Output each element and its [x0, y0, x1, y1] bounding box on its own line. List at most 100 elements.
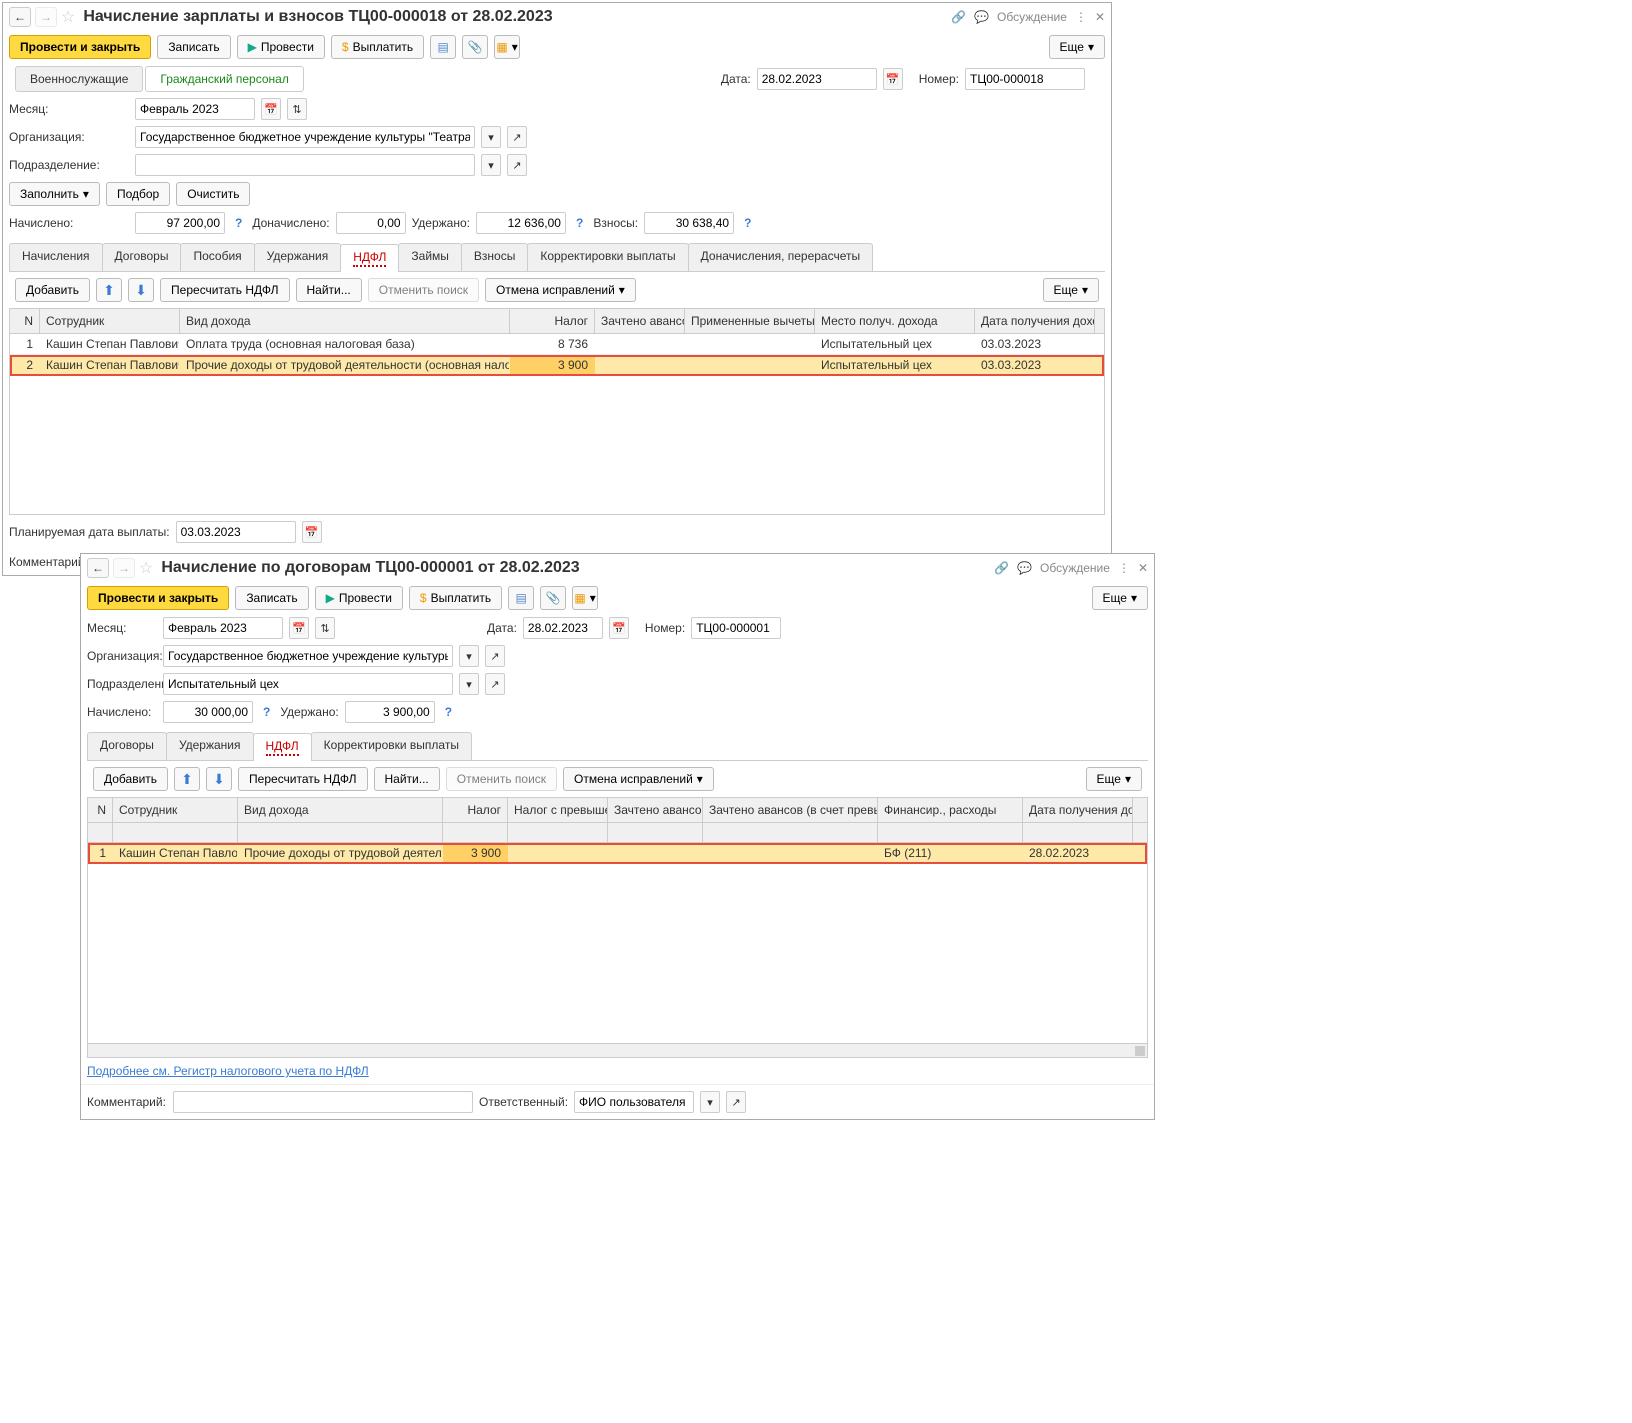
- dept-open-icon[interactable]: ↗: [507, 154, 527, 176]
- close-icon[interactable]: ✕: [1095, 10, 1105, 24]
- recalc-button[interactable]: Пересчитать НДФЛ: [160, 278, 289, 302]
- org-open-icon[interactable]: ↗: [485, 645, 505, 667]
- post-button[interactable]: ▶Провести: [315, 586, 403, 610]
- post-close-button[interactable]: Провести и закрыть: [9, 35, 151, 59]
- tab-civilian[interactable]: Гражданский персонал: [145, 66, 303, 92]
- fill-button[interactable]: Заполнить ▾: [9, 182, 100, 206]
- favorite-icon[interactable]: ☆: [61, 7, 75, 27]
- more-button[interactable]: Еще ▾: [1092, 586, 1148, 610]
- col-n[interactable]: N: [10, 309, 40, 333]
- month-calendar-icon[interactable]: 📅: [261, 98, 281, 120]
- col-employee[interactable]: Сотрудник: [40, 309, 180, 333]
- link-icon[interactable]: 🔗: [951, 10, 966, 24]
- grid-more-button[interactable]: Еще ▾: [1086, 767, 1142, 791]
- report-icon-button[interactable]: ▦▾: [494, 35, 520, 59]
- additional-field[interactable]: [336, 212, 406, 234]
- month-field[interactable]: [163, 617, 283, 639]
- attach-icon-button[interactable]: 📎: [540, 586, 566, 610]
- col-tax-excess[interactable]: Налог с превышения: [508, 798, 608, 822]
- col-advance[interactable]: Зачтено авансов: [595, 309, 685, 333]
- add-button[interactable]: Добавить: [93, 767, 168, 791]
- tab-corrections[interactable]: Корректировки выплаты: [311, 732, 472, 760]
- month-stepper[interactable]: ⇅: [315, 617, 335, 639]
- col-date[interactable]: Дата получения дохода: [1023, 798, 1133, 822]
- grid-more-button[interactable]: Еще ▾: [1043, 278, 1099, 302]
- cancel-find-button[interactable]: Отменить поиск: [368, 278, 479, 302]
- horizontal-scrollbar[interactable]: [88, 1043, 1147, 1057]
- doc-icon-button[interactable]: ▤: [430, 35, 456, 59]
- nav-back-button[interactable]: ←: [9, 7, 31, 27]
- dept-field[interactable]: [135, 154, 475, 176]
- resp-field[interactable]: [574, 1091, 694, 1113]
- col-n[interactable]: N: [88, 798, 113, 822]
- org-open-icon[interactable]: ↗: [507, 126, 527, 148]
- move-up-button[interactable]: ⬆: [174, 767, 200, 791]
- number-field[interactable]: [965, 68, 1085, 90]
- org-field[interactable]: [135, 126, 475, 148]
- withheld-field[interactable]: [476, 212, 566, 234]
- resp-dropdown-icon[interactable]: ▾: [700, 1091, 720, 1113]
- accrued-field[interactable]: [135, 212, 225, 234]
- contrib-field[interactable]: [644, 212, 734, 234]
- tab-contributions[interactable]: Взносы: [461, 243, 528, 271]
- col-date[interactable]: Дата получения дохода: [975, 309, 1095, 333]
- find-button[interactable]: Найти...: [374, 767, 440, 791]
- recalc-button[interactable]: Пересчитать НДФЛ: [238, 767, 367, 791]
- tab-deductions[interactable]: Удержания: [254, 243, 342, 271]
- col-advance[interactable]: Зачтено авансов: [608, 798, 703, 822]
- tab-ndfl[interactable]: НДФЛ: [253, 733, 312, 761]
- nav-back-button[interactable]: ←: [87, 558, 109, 578]
- cancel-fix-button[interactable]: Отмена исправлений ▾: [485, 278, 636, 302]
- accrued-field[interactable]: [163, 701, 253, 723]
- tab-loans[interactable]: Займы: [398, 243, 462, 271]
- dept-field[interactable]: [163, 673, 453, 695]
- col-financing[interactable]: Финансир., расходы: [878, 798, 1023, 822]
- plan-date-field[interactable]: [176, 521, 296, 543]
- date-field[interactable]: [523, 617, 603, 639]
- help-icon[interactable]: ?: [445, 705, 452, 719]
- dept-open-icon[interactable]: ↗: [485, 673, 505, 695]
- find-button[interactable]: Найти...: [296, 278, 362, 302]
- tab-benefits[interactable]: Пособия: [180, 243, 254, 271]
- col-place[interactable]: Место получ. дохода: [815, 309, 975, 333]
- month-calendar-icon[interactable]: 📅: [289, 617, 309, 639]
- favorite-icon[interactable]: ☆: [139, 558, 153, 578]
- save-button[interactable]: Записать: [157, 35, 230, 59]
- col-income[interactable]: Вид дохода: [238, 798, 443, 822]
- post-button[interactable]: ▶Провести: [237, 35, 325, 59]
- cancel-find-button[interactable]: Отменить поиск: [446, 767, 557, 791]
- calendar-icon[interactable]: 📅: [609, 617, 629, 639]
- nav-forward-button[interactable]: →: [113, 558, 135, 578]
- grid-body[interactable]: 1Кашин Степан ПавловичПрочие доходы от т…: [88, 843, 1147, 1043]
- discuss-icon[interactable]: 💬: [974, 10, 989, 24]
- pick-button[interactable]: Подбор: [106, 182, 170, 206]
- plan-calendar-icon[interactable]: 📅: [302, 521, 322, 543]
- clear-button[interactable]: Очистить: [176, 182, 250, 206]
- month-field[interactable]: [135, 98, 255, 120]
- close-icon[interactable]: ✕: [1138, 561, 1148, 575]
- table-row[interactable]: 1Кашин Степан ПавловичПрочие доходы от т…: [88, 843, 1147, 864]
- register-link[interactable]: Подробнее см. Регистр налогового учета п…: [87, 1064, 369, 1078]
- col-tax[interactable]: Налог: [510, 309, 595, 333]
- discuss-icon[interactable]: 💬: [1017, 561, 1032, 575]
- resp-open-icon[interactable]: ↗: [726, 1091, 746, 1113]
- tab-ndfl[interactable]: НДФЛ: [340, 244, 399, 272]
- more-button[interactable]: Еще ▾: [1049, 35, 1105, 59]
- month-stepper[interactable]: ⇅: [287, 98, 307, 120]
- col-employee[interactable]: Сотрудник: [113, 798, 238, 822]
- save-button[interactable]: Записать: [235, 586, 308, 610]
- pay-button[interactable]: $Выплатить: [331, 35, 424, 59]
- tab-contracts[interactable]: Договоры: [87, 732, 167, 760]
- move-down-button[interactable]: ⬇: [206, 767, 232, 791]
- comment-field[interactable]: [173, 1091, 473, 1113]
- help-icon[interactable]: ?: [263, 705, 270, 719]
- report-icon-button[interactable]: ▦▾: [572, 586, 598, 610]
- discuss-label[interactable]: Обсуждение: [1040, 561, 1110, 575]
- table-row[interactable]: 1Кашин Степан ПавловичОплата труда (осно…: [10, 334, 1104, 355]
- withheld-field[interactable]: [345, 701, 435, 723]
- post-close-button[interactable]: Провести и закрыть: [87, 586, 229, 610]
- number-field[interactable]: [691, 617, 781, 639]
- tab-contracts[interactable]: Договоры: [102, 243, 182, 271]
- discuss-label[interactable]: Обсуждение: [997, 10, 1067, 24]
- kebab-icon[interactable]: ⋮: [1075, 10, 1087, 24]
